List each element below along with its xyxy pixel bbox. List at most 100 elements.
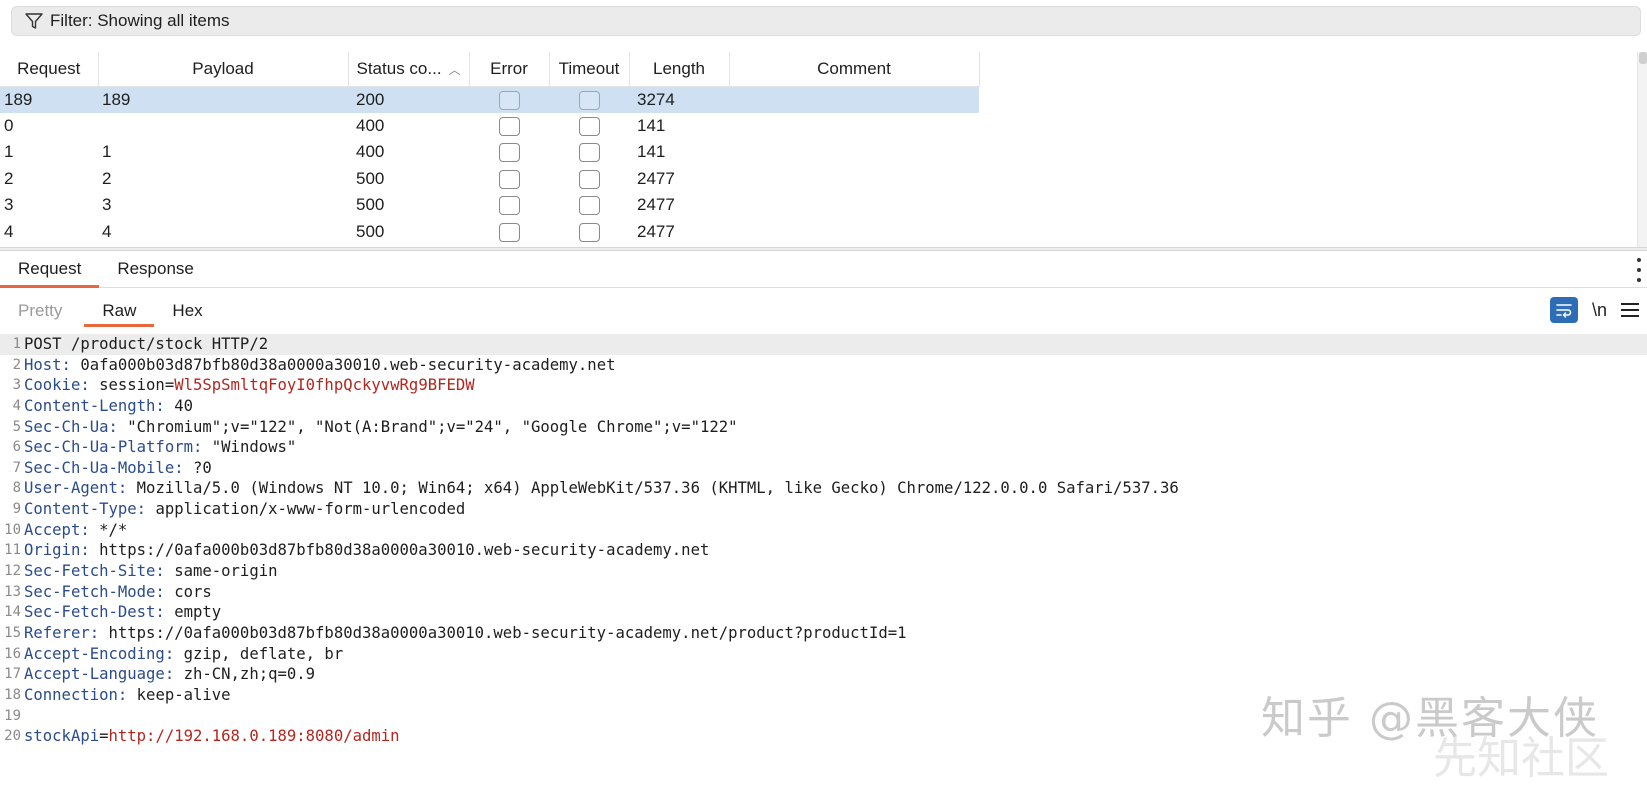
error-checkbox[interactable] (498, 143, 520, 163)
code-line[interactable]: 15 Referer: https://0afa000b03d87bfb80d38… (0, 623, 1647, 644)
line-number: 20 (4, 728, 21, 745)
cell-timeout (549, 192, 629, 219)
timeout-checkbox[interactable] (578, 169, 600, 189)
line-number: 16 (4, 645, 21, 662)
header-name: Sec-Ch-Ua-Mobile: (24, 458, 184, 477)
line-number: 15 (4, 624, 21, 641)
code-line[interactable]: 16 Accept-Encoding: gzip, deflate, br (0, 644, 1647, 665)
error-checkbox[interactable] (498, 169, 520, 189)
show-newlines-icon[interactable]: \n (1592, 300, 1607, 321)
cell-comment[interactable] (729, 139, 979, 166)
header-name: Sec-Fetch-Site: (24, 562, 165, 581)
cell-length: 2477 (637, 221, 675, 241)
cell-length: 2477 (637, 195, 675, 215)
col-header-payload[interactable]: Payload (98, 52, 349, 87)
code-line[interactable]: 7 Sec-Ch-Ua-Mobile: ?0 (0, 458, 1647, 479)
tab-hex[interactable]: Hex (154, 295, 220, 327)
code-line[interactable]: 10 Accept: */* (0, 520, 1647, 541)
timeout-checkbox[interactable] (578, 222, 600, 242)
header-name: Sec-Ch-Ua-Platform: (24, 438, 203, 457)
cell-status: 500 (356, 195, 385, 215)
code-line[interactable]: 3 Cookie: session= Wl5SpSmltqFoyI0fhpQckyv… (0, 375, 1647, 396)
cell-status: 200 (348, 86, 469, 113)
cell-comment[interactable] (729, 219, 979, 246)
table-row[interactable]: 2 2 500 2477 (0, 166, 979, 193)
col-header-length[interactable]: Length (629, 52, 730, 87)
header-name: Content-Length: (24, 396, 165, 415)
header-value: */* (89, 520, 128, 539)
col-header-request[interactable]: Request (0, 52, 99, 87)
error-checkbox[interactable] (498, 90, 520, 110)
code-line[interactable]: 1 POST /product/stock HTTP/2 (0, 334, 1647, 355)
header-name: Sec-Ch-Ua: (24, 417, 118, 436)
table-row[interactable]: 189 189 200 3274 (0, 86, 979, 113)
code-line[interactable]: 9 Content-Type: application/x-www-form-ur… (0, 499, 1647, 520)
cell-timeout (549, 166, 629, 193)
code-line[interactable]: 13 Sec-Fetch-Mode: cors (0, 582, 1647, 603)
cell-request: 3 (4, 195, 14, 215)
cell-error (469, 219, 549, 246)
timeout-checkbox[interactable] (578, 90, 600, 110)
cell-status: 400 (356, 115, 385, 135)
header-value: 40 (164, 396, 193, 415)
header-name: Accept-Language: (24, 665, 175, 684)
cell-status: 400 (356, 142, 385, 162)
error-checkbox[interactable] (498, 222, 520, 242)
line-number: 11 (4, 542, 21, 559)
watermark-text-secondary: 先知社区 (1433, 733, 1609, 784)
tab-request[interactable]: Request (0, 251, 100, 288)
cell-comment[interactable] (729, 86, 979, 113)
tab-raw[interactable]: Raw (84, 295, 155, 327)
tab-pretty[interactable]: Pretty (0, 295, 80, 327)
timeout-checkbox[interactable] (578, 116, 600, 136)
timeout-checkbox[interactable] (578, 196, 600, 216)
header-value: zh-CN,zh;q=0.9 (174, 665, 316, 684)
col-header-status[interactable]: Status co... ︿ (348, 52, 470, 87)
cell-request: 0 (4, 115, 14, 135)
code-line[interactable]: 6 Sec-Ch-Ua-Platform: "Windows" (0, 437, 1647, 458)
header-name: Host: (24, 355, 71, 374)
line-number: 5 (12, 418, 21, 435)
code-line[interactable]: 4 Content-Length: 40 (0, 396, 1647, 417)
cell-comment[interactable] (729, 166, 979, 193)
hamburger-menu-icon[interactable] (1621, 303, 1639, 317)
code-line[interactable]: 5 Sec-Ch-Ua: "Chromium";v="122", "Not(A:B… (0, 417, 1647, 438)
header-value: "Chromium";v="122", "Not(A:Brand";v="24"… (117, 417, 738, 436)
table-scrollbar[interactable] (1637, 52, 1647, 248)
table-row[interactable]: 3 3 500 2477 (0, 192, 979, 219)
highlighted-value: Wl5SpSmltqFoyI0fhpQckyvwRg9BFEDW (174, 376, 475, 395)
col-header-timeout[interactable]: Timeout (549, 52, 630, 87)
col-header-comment[interactable]: Comment (729, 52, 980, 87)
header-name: Sec-Fetch-Mode: (24, 582, 165, 601)
filter-bar[interactable]: Filter: Showing all items (11, 6, 1641, 36)
code-line[interactable]: 2 Host: 0afa000b03d87bfb80d38a0000a30010.… (0, 355, 1647, 376)
cell-status: 500 (356, 221, 385, 241)
col-header-error[interactable]: Error (469, 52, 550, 87)
header-value: = (99, 727, 109, 746)
code-line[interactable]: 12 Sec-Fetch-Site: same-origin (0, 561, 1647, 582)
cell-comment[interactable] (729, 113, 979, 140)
more-options-icon[interactable] (1635, 258, 1643, 282)
word-wrap-icon[interactable] (1549, 297, 1578, 323)
header-value: session= (89, 376, 175, 395)
error-checkbox[interactable] (498, 116, 520, 136)
code-line[interactable]: 14 Sec-Fetch-Dest: empty (0, 602, 1647, 623)
table-header-row: Request Payload Status co... ︿ Error Tim… (0, 52, 980, 87)
code-line[interactable]: 8 User-Agent: Mozilla/5.0 (Windows NT 10.… (0, 478, 1647, 499)
table-row[interactable]: 4 4 500 2477 (0, 219, 979, 246)
cell-timeout (549, 219, 629, 246)
line-number: 7 (12, 459, 21, 476)
tab-response[interactable]: Response (99, 251, 212, 287)
header-name: Origin: (24, 541, 90, 560)
cell-length: 3274 (629, 86, 729, 113)
error-checkbox[interactable] (498, 196, 520, 216)
split-pane-divider[interactable] (0, 247, 1647, 251)
table-row[interactable]: 1 1 400 141 (0, 139, 979, 166)
cell-length: 2477 (637, 168, 675, 188)
code-line[interactable]: 11 Origin: https://0afa000b03d87bfb80d38a… (0, 540, 1647, 561)
timeout-checkbox[interactable] (578, 143, 600, 163)
header-name: User-Agent: (24, 479, 128, 498)
table-scrollbar-thumb[interactable] (1639, 52, 1647, 64)
cell-comment[interactable] (729, 192, 979, 219)
table-row[interactable]: 0 400 141 (0, 113, 979, 140)
